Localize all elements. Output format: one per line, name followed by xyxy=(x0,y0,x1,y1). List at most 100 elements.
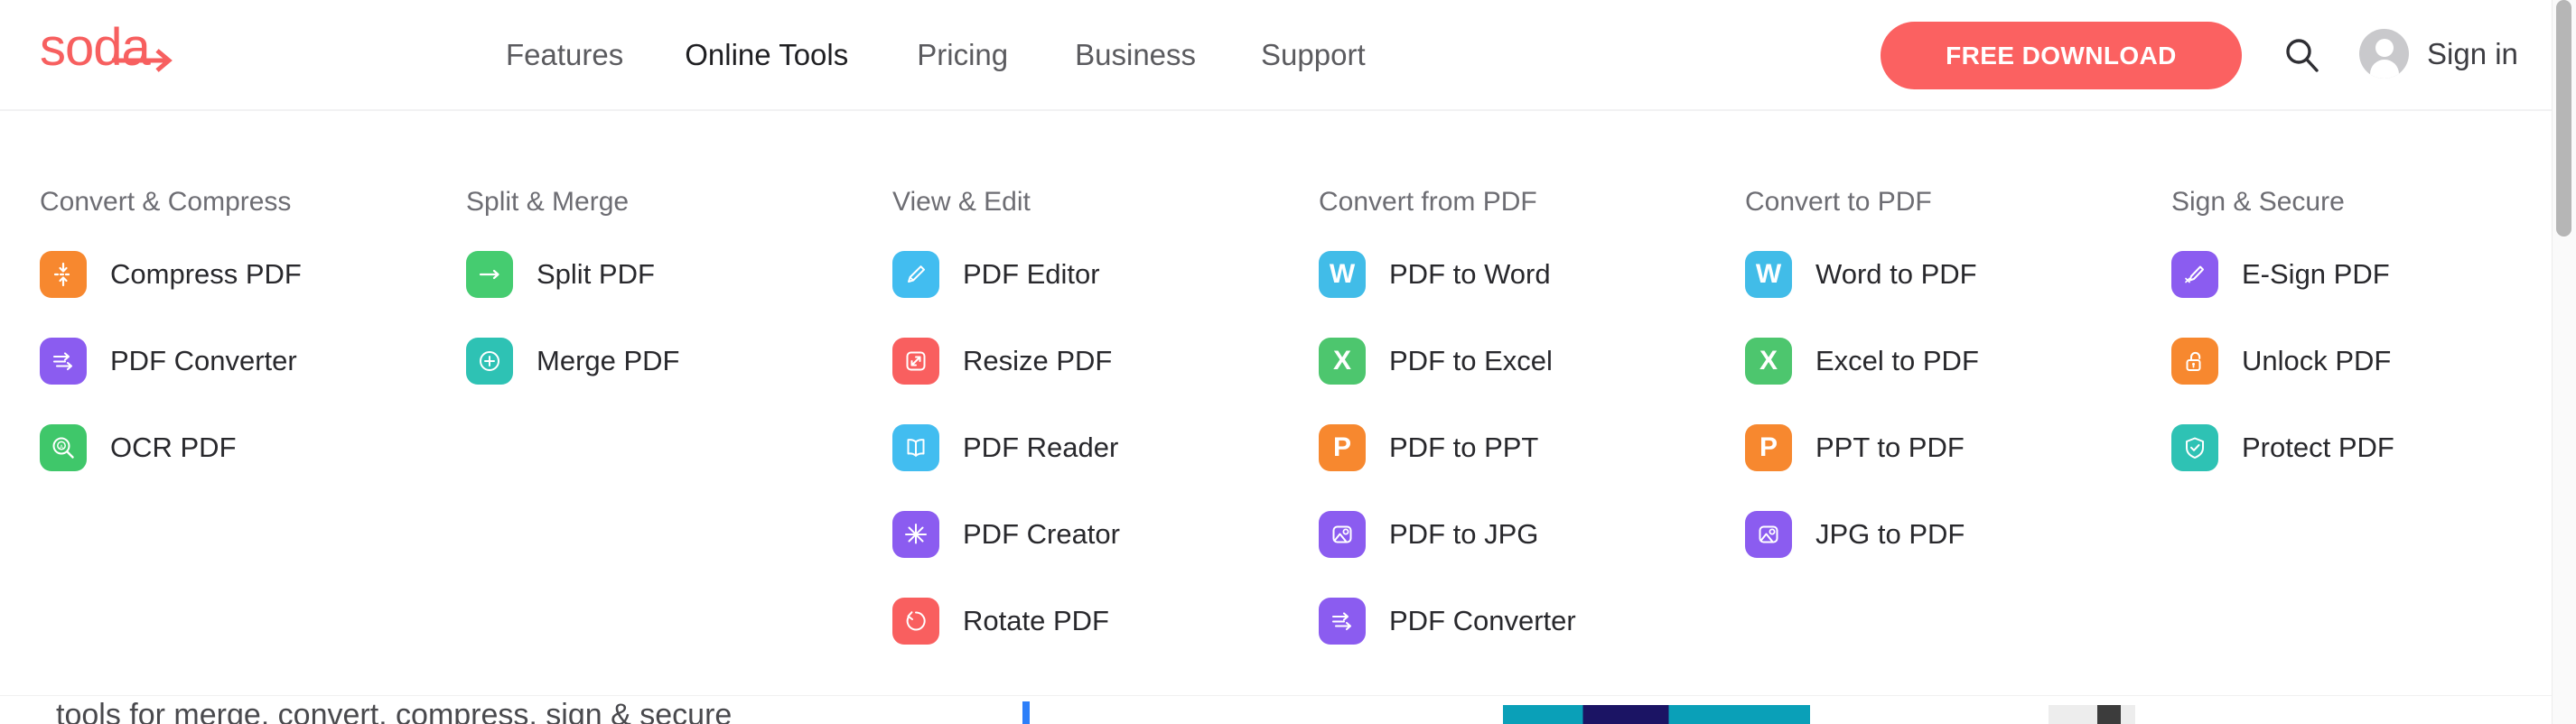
tool-label: E-Sign PDF xyxy=(2242,258,2390,291)
below-fold-chip xyxy=(2049,705,2135,724)
tool-label: Resize PDF xyxy=(963,345,1112,377)
megamenu-column-convert-from-pdf: Convert from PDF W PDF to Word X PDF to … xyxy=(1319,187,1745,682)
tool-label: PDF Converter xyxy=(1389,605,1576,637)
tool-label: Split PDF xyxy=(537,258,655,291)
user-avatar-icon xyxy=(2359,29,2409,79)
column-title: Convert & Compress xyxy=(40,187,466,218)
tool-label: Unlock PDF xyxy=(2242,345,2391,377)
tool-label: PDF to Word xyxy=(1389,258,1551,291)
nav-item-online-tools[interactable]: Online Tools xyxy=(685,38,848,72)
tool-pdf-converter[interactable]: PDF Converter xyxy=(40,335,466,387)
ppt-letter: P xyxy=(1759,434,1778,461)
megamenu-column-view-edit: View & Edit PDF Editor xyxy=(892,187,1319,682)
split-arrow-icon xyxy=(466,251,513,298)
tool-resize-pdf[interactable]: Resize PDF xyxy=(892,335,1319,387)
excel-letter: X xyxy=(1759,348,1778,375)
online-tools-megamenu: Convert & Compress Compress PDF xyxy=(0,111,2552,617)
free-download-button[interactable]: FREE DOWNLOAD xyxy=(1881,22,2242,89)
tool-ppt-to-pdf[interactable]: P PPT to PDF xyxy=(1745,422,2171,474)
below-fold-accent-bar xyxy=(1022,701,1030,724)
tool-label: Rotate PDF xyxy=(963,605,1109,637)
tool-pdf-reader[interactable]: PDF Reader xyxy=(892,422,1319,474)
tool-merge-pdf[interactable]: Merge PDF xyxy=(466,335,892,387)
column-title: Convert from PDF xyxy=(1319,187,1745,218)
free-download-label: FREE DOWNLOAD xyxy=(1946,42,2177,70)
sign-in-button[interactable]: Sign in xyxy=(2359,29,2518,79)
scrollbar-thumb[interactable] xyxy=(2556,0,2571,237)
column-title: Split & Merge xyxy=(466,187,892,218)
tool-label: PDF Converter xyxy=(110,345,297,377)
ocr-magnifier-icon: A xyxy=(40,424,87,471)
nav-item-business[interactable]: Business xyxy=(1075,38,1196,72)
below-fold-content: tools for merge, convert, compress, sign… xyxy=(0,695,2552,724)
megamenu-column-sign-secure: Sign & Secure E-Sign PDF xyxy=(2171,187,2576,682)
resize-arrows-icon xyxy=(892,338,939,385)
main-nav: Features Online Tools Pricing Business S… xyxy=(506,0,1366,110)
tool-label: PDF Editor xyxy=(963,258,1100,291)
tool-e-sign-pdf[interactable]: E-Sign PDF xyxy=(2171,248,2576,301)
page-scrollbar[interactable] xyxy=(2552,0,2576,724)
tool-unlock-pdf[interactable]: Unlock PDF xyxy=(2171,335,2576,387)
tool-split-pdf[interactable]: Split PDF xyxy=(466,248,892,301)
column-title: Convert to PDF xyxy=(1745,187,2171,218)
tool-label: Excel to PDF xyxy=(1815,345,1979,377)
excel-letter: X xyxy=(1333,348,1351,375)
compress-arrows-icon xyxy=(40,251,87,298)
convert-arrows-icon xyxy=(1319,598,1366,645)
asterisk-star-icon xyxy=(892,511,939,558)
powerpoint-p-icon: P xyxy=(1745,424,1792,471)
tool-label: Compress PDF xyxy=(110,258,302,291)
tool-rotate-pdf[interactable]: Rotate PDF xyxy=(892,595,1319,647)
tool-label: PDF to JPG xyxy=(1389,518,1538,551)
powerpoint-p-icon: P xyxy=(1319,424,1366,471)
convert-arrows-icon xyxy=(40,338,87,385)
merge-plus-circle-icon xyxy=(466,338,513,385)
page-root: soda Features Online Tools Pricing Busin… xyxy=(0,0,2576,724)
tool-label: OCR PDF xyxy=(110,432,237,464)
tool-label: PPT to PDF xyxy=(1815,432,1965,464)
tool-pdf-converter-2[interactable]: PDF Converter xyxy=(1319,595,1745,647)
megamenu-column-convert-to-pdf: Convert to PDF W Word to PDF X Excel to … xyxy=(1745,187,2171,682)
tool-pdf-to-ppt[interactable]: P PDF to PPT xyxy=(1319,422,1745,474)
nav-item-support[interactable]: Support xyxy=(1261,38,1366,72)
nav-item-pricing[interactable]: Pricing xyxy=(917,38,1008,72)
column-title: Sign & Secure xyxy=(2171,187,2576,218)
brand-logo[interactable]: soda xyxy=(40,22,150,74)
tool-word-to-pdf[interactable]: W Word to PDF xyxy=(1745,248,2171,301)
ppt-letter: P xyxy=(1333,434,1351,461)
tool-pdf-to-excel[interactable]: X PDF to Excel xyxy=(1319,335,1745,387)
word-w-icon: W xyxy=(1745,251,1792,298)
sign-in-label: Sign in xyxy=(2427,37,2518,71)
svg-text:A: A xyxy=(60,444,63,450)
tool-pdf-to-jpg[interactable]: PDF to JPG xyxy=(1319,508,1745,561)
tool-label: Merge PDF xyxy=(537,345,679,377)
below-fold-thumbnail xyxy=(1503,705,1810,724)
image-picture-icon xyxy=(1319,511,1366,558)
open-padlock-icon xyxy=(2171,338,2218,385)
word-w-icon: W xyxy=(1319,251,1366,298)
tool-pdf-to-word[interactable]: W PDF to Word xyxy=(1319,248,1745,301)
rotate-circular-arrow-icon xyxy=(892,598,939,645)
search-icon xyxy=(2282,36,2322,76)
word-letter: W xyxy=(1330,261,1355,288)
tool-label: PDF Reader xyxy=(963,432,1118,464)
tool-ocr-pdf[interactable]: A OCR PDF xyxy=(40,422,466,474)
brand-logo-text: soda xyxy=(40,22,150,74)
pencil-icon xyxy=(892,251,939,298)
open-book-icon xyxy=(892,424,939,471)
tool-excel-to-pdf[interactable]: X Excel to PDF xyxy=(1745,335,2171,387)
tool-label: PDF to Excel xyxy=(1389,345,1553,377)
tool-jpg-to-pdf[interactable]: JPG to PDF xyxy=(1745,508,2171,561)
tool-pdf-creator[interactable]: PDF Creator xyxy=(892,508,1319,561)
search-button[interactable] xyxy=(2282,36,2322,76)
tool-label: JPG to PDF xyxy=(1815,518,1965,551)
below-fold-chip-dark xyxy=(2097,705,2121,724)
tool-compress-pdf[interactable]: Compress PDF xyxy=(40,248,466,301)
tool-label: Word to PDF xyxy=(1815,258,1977,291)
tool-pdf-editor[interactable]: PDF Editor xyxy=(892,248,1319,301)
excel-x-icon: X xyxy=(1745,338,1792,385)
tool-label: Protect PDF xyxy=(2242,432,2394,464)
tool-label: PDF Creator xyxy=(963,518,1120,551)
nav-item-features[interactable]: Features xyxy=(506,38,623,72)
tool-protect-pdf[interactable]: Protect PDF xyxy=(2171,422,2576,474)
